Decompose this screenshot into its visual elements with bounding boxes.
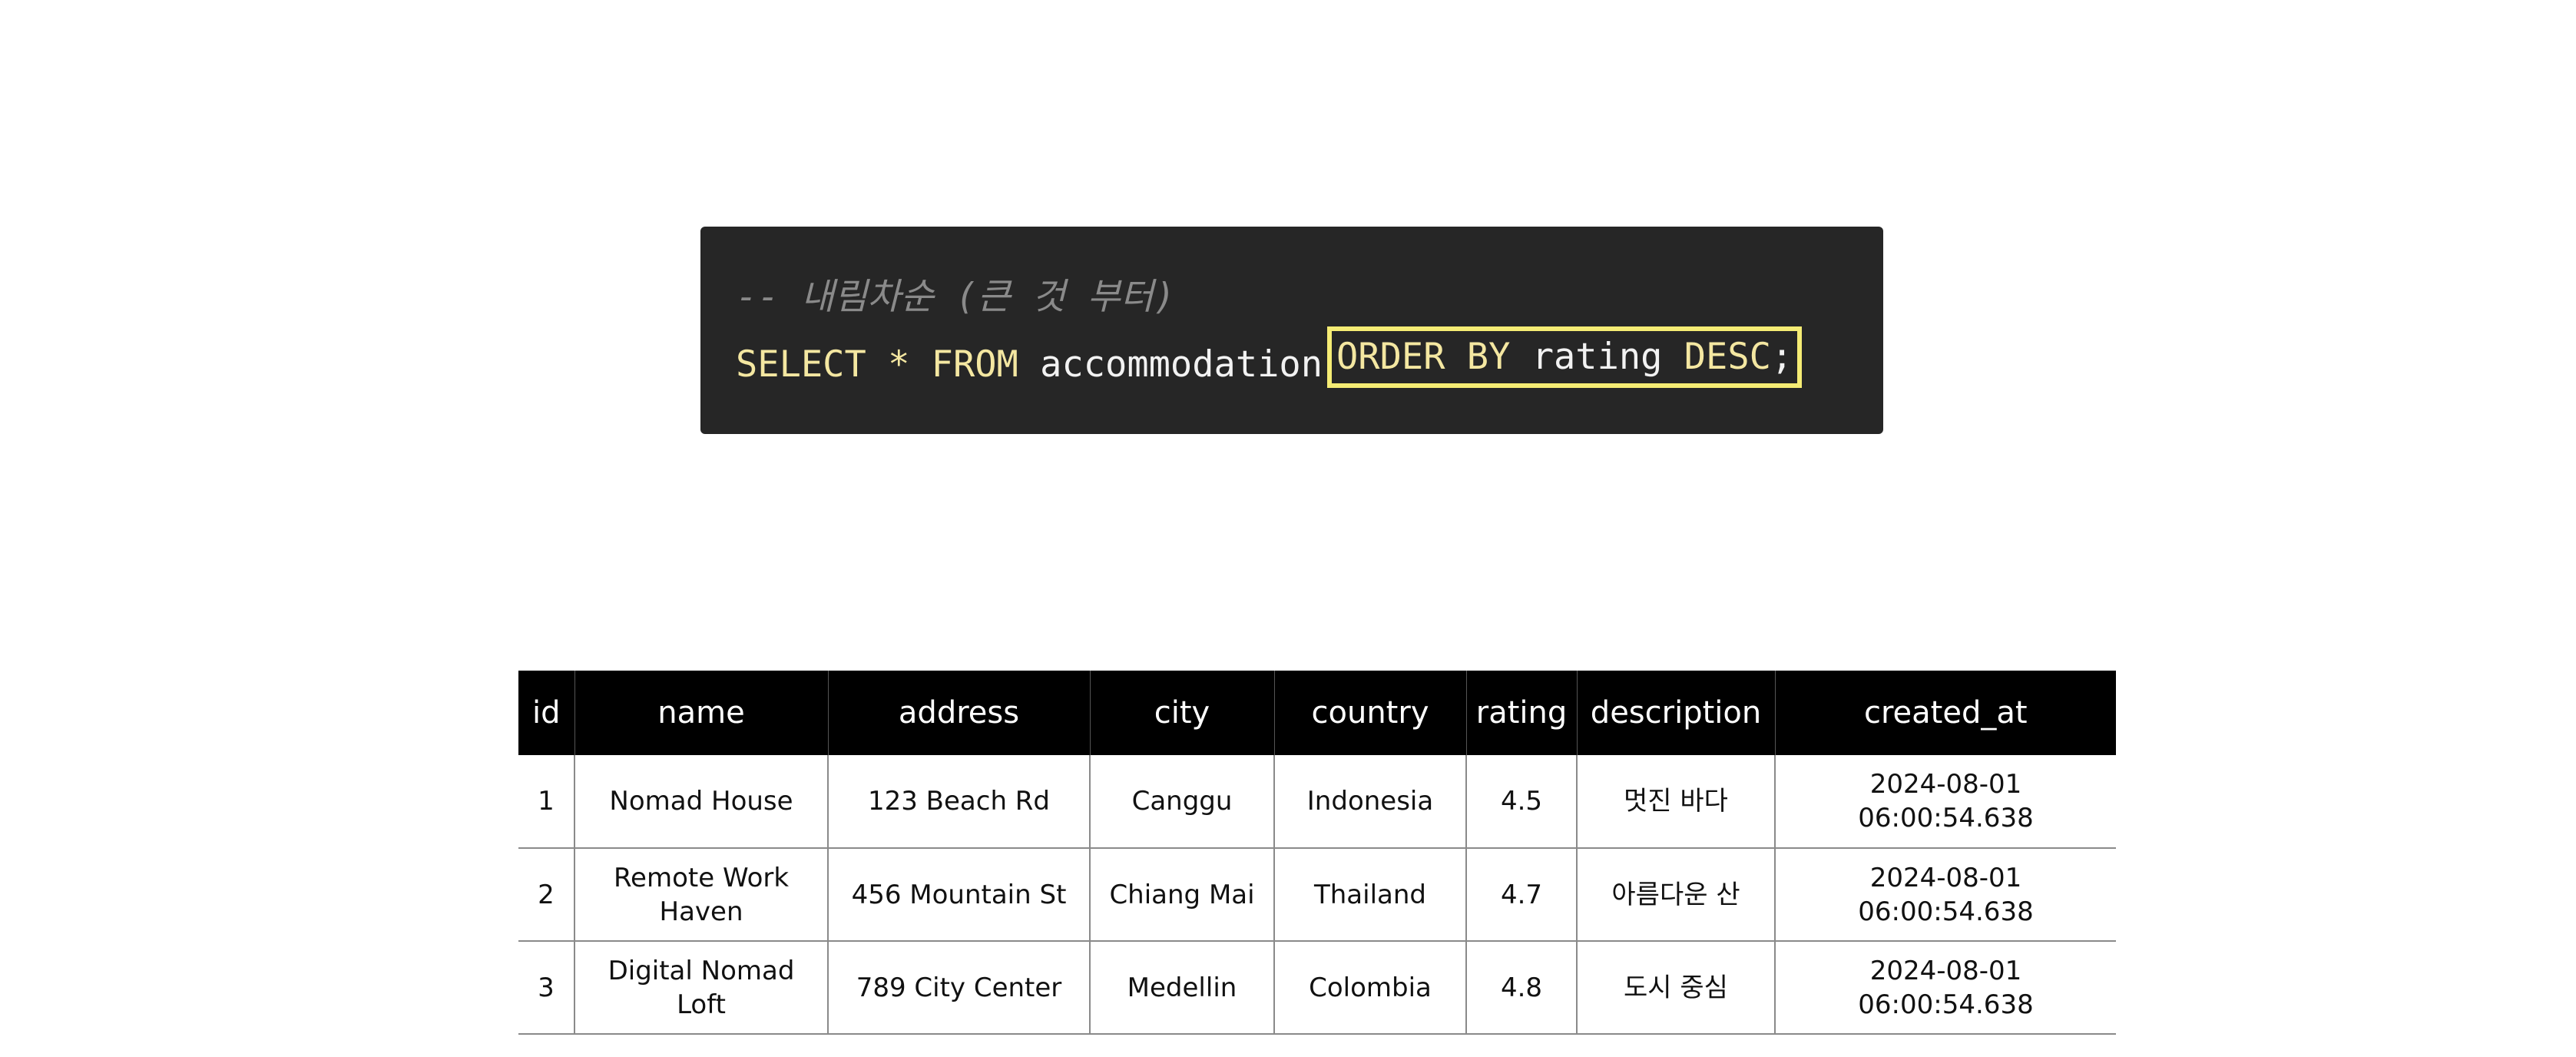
cell-name: Remote Work Haven bbox=[574, 848, 828, 942]
header-id: id bbox=[518, 671, 574, 755]
cell-city: Chiang Mai bbox=[1089, 848, 1274, 942]
table-row: 2 Remote Work Haven 456 Mountain St Chia… bbox=[518, 848, 2116, 942]
header-rating: rating bbox=[1465, 671, 1577, 755]
statement-terminator: ; bbox=[1770, 336, 1793, 378]
cell-created-at: 2024-08-01 06:00:54.638 bbox=[1774, 848, 2116, 942]
table-header-row: id name address city country rating desc… bbox=[518, 671, 2116, 755]
cell-id: 1 bbox=[518, 755, 574, 849]
cell-description: 아름다운 산 bbox=[1576, 848, 1775, 942]
header-city: city bbox=[1089, 671, 1274, 755]
cell-address: 123 Beach Rd bbox=[827, 755, 1090, 849]
from-keyword: FROM bbox=[931, 343, 1018, 386]
cell-address: 456 Mountain St bbox=[827, 848, 1090, 942]
cell-country: Thailand bbox=[1273, 848, 1466, 942]
table-name: accommodation bbox=[1040, 343, 1323, 386]
desc-keyword: DESC bbox=[1684, 336, 1771, 378]
star-operator: * bbox=[888, 343, 910, 386]
cell-id: 2 bbox=[518, 848, 574, 942]
cell-address: 789 City Center bbox=[827, 941, 1090, 1035]
header-name: name bbox=[574, 671, 828, 755]
cell-city: Canggu bbox=[1089, 755, 1274, 849]
sql-comment: -- 내림차순 (큰 것 부터) bbox=[736, 276, 1176, 318]
order-by-keyword: ORDER BY bbox=[1336, 336, 1511, 378]
table-row: 3 Digital Nomad Loft 789 City Center Med… bbox=[518, 941, 2116, 1035]
cell-created-at: 2024-08-01 06:00:54.638 bbox=[1774, 755, 2116, 849]
cell-rating: 4.5 bbox=[1465, 755, 1577, 849]
header-address: address bbox=[827, 671, 1090, 755]
cell-name: Nomad House bbox=[574, 755, 828, 849]
cell-id: 3 bbox=[518, 941, 574, 1035]
cell-created-at: 2024-08-01 06:00:54.638 bbox=[1774, 941, 2116, 1035]
cell-city: Medellin bbox=[1089, 941, 1274, 1035]
cell-rating: 4.8 bbox=[1465, 941, 1577, 1035]
select-keyword: SELECT bbox=[736, 343, 866, 386]
sql-statement: SELECT * FROM accommodation ORDER BY rati… bbox=[736, 326, 1803, 396]
order-by-highlight: ORDER BY rating DESC; bbox=[1327, 326, 1803, 388]
cell-country: Indonesia bbox=[1273, 755, 1466, 849]
cell-description: 도시 중심 bbox=[1576, 941, 1775, 1035]
header-description: description bbox=[1576, 671, 1775, 755]
cell-country: Colombia bbox=[1273, 941, 1466, 1035]
order-column: rating bbox=[1531, 336, 1663, 378]
header-country: country bbox=[1273, 671, 1466, 755]
cell-name: Digital Nomad Loft bbox=[574, 941, 828, 1035]
query-result-table: id name address city country rating desc… bbox=[518, 671, 2116, 1035]
sql-code-block: -- 내림차순 (큰 것 부터) SELECT * FROM accommoda… bbox=[700, 227, 1883, 434]
table-row: 1 Nomad House 123 Beach Rd Canggu Indone… bbox=[518, 755, 2116, 849]
cell-description: 멋진 바다 bbox=[1576, 755, 1775, 849]
header-created-at: created_at bbox=[1774, 671, 2116, 755]
cell-rating: 4.7 bbox=[1465, 848, 1577, 942]
